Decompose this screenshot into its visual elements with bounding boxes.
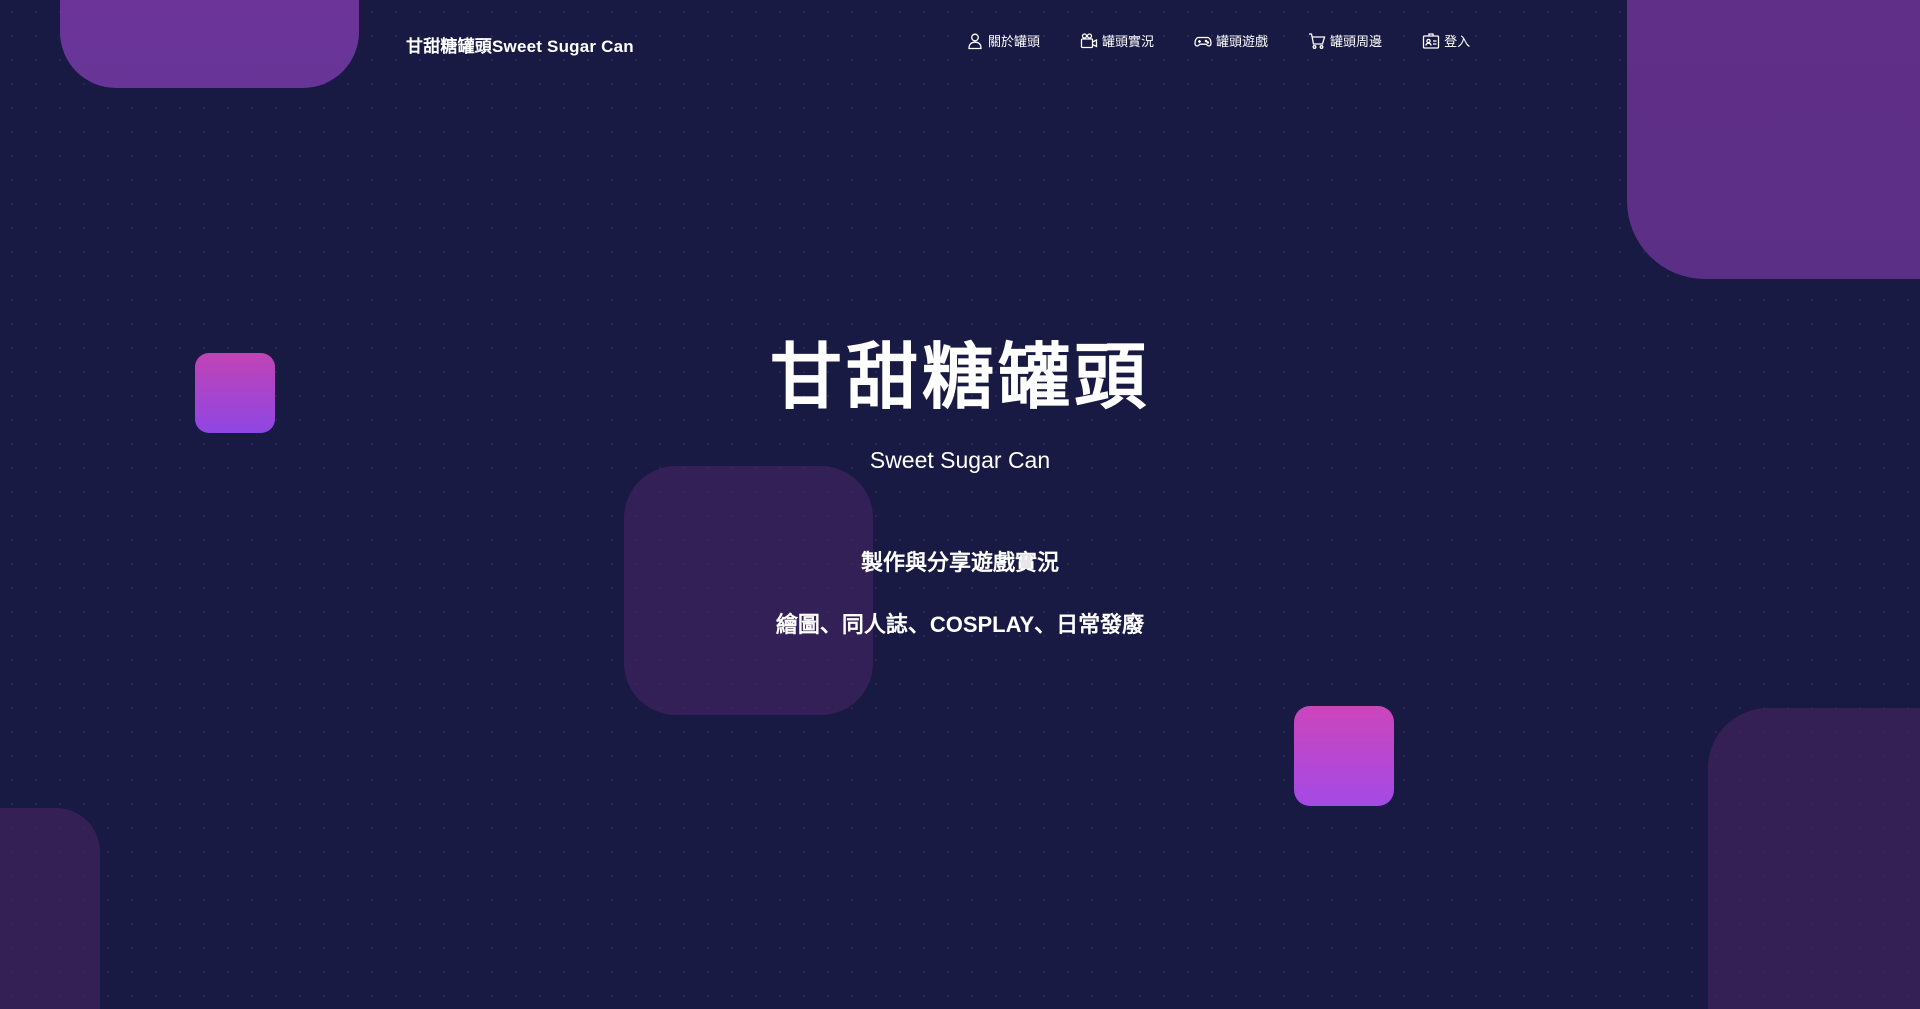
decor-shape-bottom-right bbox=[1708, 708, 1920, 1009]
navbar: 甘甜糖罐頭Sweet Sugar Can 關於罐頭 罐頭實況 罐頭遊戲 罐頭周邊… bbox=[0, 0, 1920, 86]
nav-item-streams[interactable]: 罐頭實況 bbox=[1080, 31, 1154, 50]
decor-square-right bbox=[1294, 706, 1394, 806]
hero-description-line-1: 製作與分享遊戲實況 bbox=[860, 550, 1059, 575]
nav-links: 關於罐頭 罐頭實況 罐頭遊戲 罐頭周邊 登入 bbox=[966, 31, 1470, 50]
login-badge-icon bbox=[1422, 32, 1440, 50]
nav-item-label: 關於罐頭 bbox=[988, 34, 1041, 49]
gamepad-icon bbox=[1194, 32, 1212, 50]
nav-item-label: 罐頭遊戲 bbox=[1216, 34, 1269, 49]
nav-item-about[interactable]: 關於罐頭 bbox=[966, 31, 1040, 50]
nav-item-label: 登入 bbox=[1444, 34, 1471, 49]
decor-shape-bottom-left bbox=[0, 808, 100, 1009]
nav-item-merch[interactable]: 罐頭周邊 bbox=[1308, 31, 1382, 50]
cart-icon bbox=[1308, 32, 1326, 50]
nav-item-label: 罐頭周邊 bbox=[1330, 34, 1383, 49]
video-camera-icon bbox=[1080, 32, 1098, 50]
hero-title: 甘甜糖罐頭 bbox=[769, 338, 1150, 418]
nav-item-login[interactable]: 登入 bbox=[1422, 31, 1470, 50]
nav-item-games[interactable]: 罐頭遊戲 bbox=[1194, 31, 1268, 50]
user-icon bbox=[966, 32, 984, 50]
decor-shape-center bbox=[624, 466, 873, 715]
nav-item-label: 罐頭實況 bbox=[1102, 34, 1155, 49]
brand-link[interactable]: 甘甜糖罐頭Sweet Sugar Can bbox=[406, 32, 634, 57]
hero-subtitle: Sweet Sugar Can bbox=[869, 447, 1051, 473]
hero-description-line-2: 繪圖、同人誌、COSPLAY、日常發廢 bbox=[775, 612, 1145, 637]
